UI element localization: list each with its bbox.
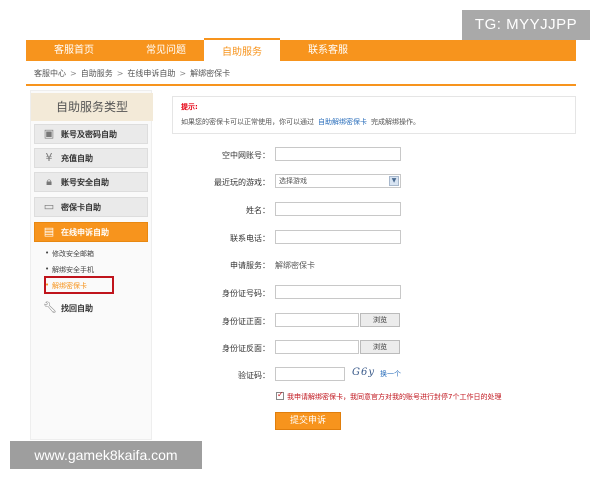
sidebar-item-account-security[interactable]: 🔒︎ 账号安全自助 [34, 172, 148, 192]
game-select[interactable]: 选择游戏 ▼ [275, 174, 401, 188]
captcha-label: 验证码： [238, 371, 270, 380]
submenu-item-unbind-phone[interactable]: 解绑安全手机 [45, 265, 94, 275]
id-front-label: 身份证正面： [222, 317, 270, 326]
game-select-value: 选择游戏 [279, 177, 307, 185]
name-label: 姓名： [246, 206, 270, 215]
game-label: 最近玩的游戏： [214, 178, 270, 187]
top-nav: 客服首页 常见问题 自助服务 联系客服 [26, 38, 576, 61]
phone-input[interactable] [275, 230, 401, 244]
name-input[interactable] [275, 202, 401, 216]
submenu-item-change-email[interactable]: 修改安全邮箱 [45, 249, 94, 259]
lock-icon: 🔒︎ [46, 175, 52, 188]
sidebar-item-online-appeal[interactable]: ▤ 在线申诉自助 [34, 222, 148, 242]
chevron-down-icon[interactable]: ▼ [389, 176, 399, 186]
card-icon: ▭ [43, 200, 55, 213]
id-front-file-input[interactable] [275, 313, 359, 327]
nav-tab-contact[interactable]: 联系客服 [284, 40, 372, 61]
breadcrumb-divider [26, 84, 576, 86]
notice-title: 提示: [181, 103, 198, 111]
sidebar-item-recover[interactable]: 🔧︎ 找回自助 [34, 298, 148, 318]
highlight-box [44, 276, 114, 294]
nav-tab-self-service[interactable]: 自助服务 [204, 38, 280, 61]
breadcrumb-separator: > [70, 69, 77, 78]
watermark-bottom: www.gamek8kaifa.com [10, 441, 202, 469]
sidebar-item-label: 在线申诉自助 [61, 228, 109, 237]
account-input[interactable] [275, 147, 401, 161]
watermark-top: TG: MYYJJPP [462, 10, 590, 40]
breadcrumb-current: 解绑密保卡 [190, 69, 231, 78]
service-value: 解绑密保卡 [275, 261, 315, 270]
notice-link[interactable]: 自助解绑密保卡 [318, 118, 367, 126]
sidebar-item-label: 密保卡自助 [61, 203, 101, 212]
phone-label: 联系电话： [230, 234, 270, 243]
agree-text: 我申请解绑密保卡，我同意官方对我的账号进行封停7个工作日的处理 [287, 393, 502, 401]
nav-tab-faq[interactable]: 常见问题 [122, 40, 210, 61]
id-back-file-input[interactable] [275, 340, 359, 354]
wrench-icon: 🔧︎ [43, 301, 57, 314]
agree-checkbox[interactable] [276, 390, 284, 400]
sidebar-item-label: 充值自助 [61, 154, 93, 163]
captcha-image: G6y [352, 367, 375, 378]
sidebar-item-recharge[interactable]: ¥ 充值自助 [34, 148, 148, 168]
id-back-label: 身份证反面： [222, 344, 270, 353]
document-icon: ▤ [43, 225, 55, 238]
id-card-icon: ▣ [43, 127, 55, 140]
notice-text: 如果您的密保卡可以正常使用，你可以通过 自助解绑密保卡 完成解绑操作。 [181, 117, 420, 127]
id-number-input[interactable] [275, 285, 401, 299]
nav-tab-home[interactable]: 客服首页 [30, 40, 118, 61]
breadcrumb-item[interactable]: 客服中心 [34, 69, 66, 78]
breadcrumb-item[interactable]: 在线申诉自助 [127, 69, 175, 78]
account-label: 空中网账号： [222, 151, 270, 160]
submit-button[interactable]: 提交申诉 [275, 412, 341, 430]
yen-coin-icon: ¥ [45, 151, 53, 164]
breadcrumb-separator: > [179, 69, 187, 78]
sidebar-item-account-password[interactable]: ▣ 账号及密码自助 [34, 124, 148, 144]
notice-box: 提示: 如果您的密保卡可以正常使用，你可以通过 自助解绑密保卡 完成解绑操作。 [172, 96, 576, 134]
id-back-browse-button[interactable]: 浏览 [360, 340, 400, 354]
sidebar-title: 自助服务类型 [31, 93, 153, 121]
captcha-refresh-link[interactable]: 换一个 [380, 369, 401, 379]
breadcrumb: 客服中心 > 自助服务 > 在线申诉自助 > 解绑密保卡 [34, 68, 230, 79]
captcha-input[interactable] [275, 367, 345, 381]
notice-text-before: 如果您的密保卡可以正常使用，你可以通过 [181, 118, 314, 126]
sidebar-item-label: 找回自助 [61, 304, 93, 313]
service-label: 申请服务： [230, 261, 270, 270]
sidebar-item-label: 账号及密码自助 [61, 130, 117, 139]
breadcrumb-separator: > [116, 69, 124, 78]
sidebar-item-security-card[interactable]: ▭ 密保卡自助 [34, 197, 148, 217]
breadcrumb-item[interactable]: 自助服务 [81, 69, 113, 78]
sidebar-item-label: 账号安全自助 [61, 178, 109, 187]
id-number-label: 身份证号码： [222, 289, 270, 298]
id-front-browse-button[interactable]: 浏览 [360, 313, 400, 327]
notice-text-after: 完成解绑操作。 [371, 118, 420, 126]
